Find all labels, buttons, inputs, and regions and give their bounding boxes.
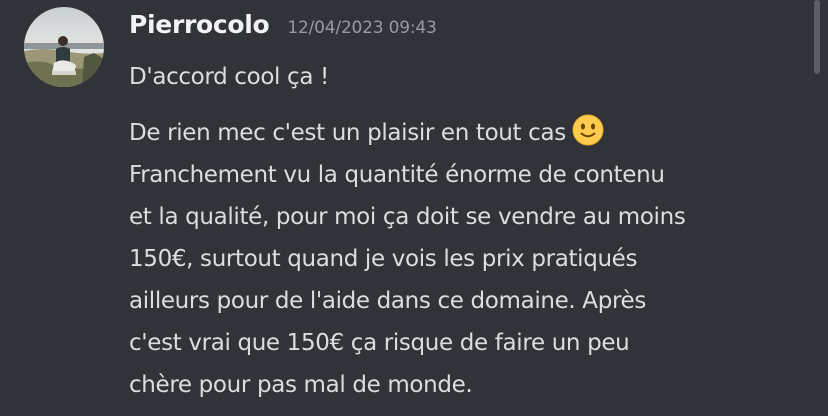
scrollbar-thumb[interactable] xyxy=(814,0,820,74)
message-timestamp: 12/04/2023 09:43 xyxy=(287,18,437,38)
message-text-line: chère pour pas mal de monde. xyxy=(129,372,473,398)
message-text-line: Franchement vu la quantité énorme de con… xyxy=(129,162,665,188)
message-paragraph: De rien mec c'est un plaisir en tout cas… xyxy=(129,112,686,406)
message-text-line: c'est vrai que 150€ ça risque de faire u… xyxy=(129,330,630,356)
message-text-line: 150€, surtout quand je vois les prix pra… xyxy=(129,246,638,272)
message-header: Pierrocolo 12/04/2023 09:43 xyxy=(129,10,437,46)
message-text-line: ailleurs pour de l'aide dans ce domaine.… xyxy=(129,288,646,314)
slightly-smiling-face-icon xyxy=(572,114,604,146)
message-text: De rien mec c'est un plaisir en tout cas xyxy=(129,120,566,146)
chat-message: Pierrocolo 12/04/2023 09:43 D'accord coo… xyxy=(0,0,828,416)
avatar-photo-icon xyxy=(24,7,104,87)
message-text-line: D'accord cool ça ! xyxy=(129,64,329,90)
user-avatar[interactable] xyxy=(24,7,104,87)
username[interactable]: Pierrocolo xyxy=(129,10,270,39)
message-text-line: et la qualité, pour moi ça doit se vendr… xyxy=(129,204,686,230)
message-text-line: De rien mec c'est un plaisir en tout cas xyxy=(129,112,685,154)
